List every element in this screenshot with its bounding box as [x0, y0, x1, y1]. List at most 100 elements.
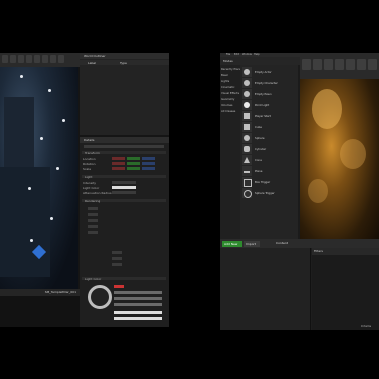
add-new-button[interactable]: Add New: [222, 240, 242, 247]
folder-tree[interactable]: [220, 248, 311, 330]
lantern-light: [30, 239, 33, 242]
section-light[interactable]: Light: [82, 175, 166, 179]
category-geometry[interactable]: Geometry: [221, 97, 234, 101]
section-transform[interactable]: Transform: [82, 151, 166, 155]
lantern-light: [28, 187, 31, 190]
section-color-picker[interactable]: Light Color: [82, 277, 166, 281]
menu-window[interactable]: Window: [242, 53, 252, 56]
cylinder-icon: [242, 144, 252, 154]
category-visual-effects[interactable]: Visual Effects: [221, 91, 239, 95]
col-type: Type: [120, 61, 127, 65]
light-glow: [340, 139, 366, 169]
toolbar-button[interactable]: [42, 55, 48, 63]
outliner-header-row: Label Type: [80, 60, 169, 65]
color-wheel[interactable]: [88, 285, 112, 309]
toolbar-button[interactable]: [34, 55, 40, 63]
property-field[interactable]: [88, 207, 98, 210]
category-volumes[interactable]: Volumes: [221, 103, 232, 107]
place-item[interactable]: Cylinder: [242, 144, 294, 154]
place-item[interactable]: Cube: [242, 122, 294, 132]
modes-title: Modes: [223, 59, 233, 63]
lantern-light: [56, 167, 59, 170]
toolbar-button[interactable]: [50, 55, 56, 63]
place-item[interactable]: Box Trigger: [242, 177, 294, 187]
property-field[interactable]: [112, 257, 122, 260]
asset-path[interactable]: SM_TemplePillar_001: [45, 290, 76, 294]
player-start-icon: [242, 111, 252, 121]
place-item[interactable]: Plane: [242, 166, 294, 176]
rotation-z-field[interactable]: [142, 162, 155, 165]
content-browser-left: SM_TemplePillar_001: [0, 289, 80, 327]
save-icon[interactable]: [302, 59, 311, 70]
location-y-field[interactable]: [127, 157, 140, 160]
property-field[interactable]: [88, 231, 98, 234]
source-control-icon[interactable]: [313, 59, 322, 70]
location-x-field[interactable]: [112, 157, 125, 160]
place-item[interactable]: Sphere: [242, 133, 294, 143]
color-slider[interactable]: [114, 303, 162, 306]
details-title: Details: [80, 137, 169, 143]
content-icon[interactable]: [324, 59, 333, 70]
property-field[interactable]: [88, 213, 98, 216]
light-color-swatch[interactable]: [112, 186, 136, 189]
actor-icon: [242, 67, 252, 77]
category-basic[interactable]: Basic: [221, 73, 228, 77]
category-cinematic[interactable]: Cinematic: [221, 85, 235, 89]
toolbar-button[interactable]: [10, 55, 16, 63]
section-rendering[interactable]: Rendering: [82, 199, 166, 203]
scale-z-field[interactable]: [142, 167, 155, 170]
import-button[interactable]: Import: [244, 240, 260, 247]
right-editor-window: File Edit Window Help Modes Recently Pla…: [220, 53, 379, 330]
content-browser-bar: SM_TemplePillar_001: [0, 289, 80, 296]
build-icon[interactable]: [357, 59, 366, 70]
property-field[interactable]: [112, 251, 122, 254]
toolbar-button[interactable]: [18, 55, 24, 63]
character-icon: [242, 78, 252, 88]
property-field[interactable]: [112, 263, 122, 266]
sphere-icon: [242, 133, 252, 143]
filters-button[interactable]: Filters: [314, 249, 323, 253]
place-item[interactable]: Player Start: [242, 111, 294, 121]
breadcrumb[interactable]: Content: [276, 241, 288, 245]
intensity-field[interactable]: [112, 181, 136, 184]
place-item[interactable]: Point Light: [242, 100, 294, 110]
sphere-trigger-icon: [242, 188, 252, 198]
details-search-input[interactable]: [84, 145, 164, 148]
property-field[interactable]: [88, 225, 98, 228]
menu-help[interactable]: Help: [254, 53, 260, 56]
attenuation-field[interactable]: [112, 191, 136, 194]
toolbar-button[interactable]: [58, 55, 64, 63]
place-item[interactable]: Empty Character: [242, 78, 294, 88]
toolbar-button[interactable]: [26, 55, 32, 63]
content-browser-toolbar: Add New Import Content: [220, 239, 379, 248]
menu-file[interactable]: File: [226, 53, 230, 56]
play-icon[interactable]: [368, 59, 377, 70]
place-item[interactable]: Empty Actor: [242, 67, 294, 77]
menu-edit[interactable]: Edit: [234, 53, 239, 56]
color-slider[interactable]: [114, 291, 162, 294]
category-lights[interactable]: Lights: [221, 79, 229, 83]
color-value-bar[interactable]: [114, 311, 162, 314]
category-all-classes[interactable]: All Classes: [221, 109, 235, 113]
main-toolbar: [300, 57, 379, 79]
modes-tab: Modes: [220, 57, 300, 65]
color-value-bar[interactable]: [114, 317, 162, 320]
scale-y-field[interactable]: [127, 167, 140, 170]
settings-icon[interactable]: [346, 59, 355, 70]
place-item[interactable]: Sphere Trigger: [242, 188, 294, 198]
intensity-label: Intensity: [83, 181, 97, 185]
place-item[interactable]: Empty Pawn: [242, 89, 294, 99]
place-item[interactable]: Cone: [242, 155, 294, 165]
toolbar-button[interactable]: [2, 55, 8, 63]
rotation-x-field[interactable]: [112, 162, 125, 165]
asset-view: Filters 0 items: [312, 248, 379, 330]
property-field[interactable]: [88, 219, 98, 222]
level-viewport[interactable]: [0, 67, 78, 289]
pawn-icon: [242, 89, 252, 99]
marketplace-icon[interactable]: [335, 59, 344, 70]
scale-x-field[interactable]: [112, 167, 125, 170]
color-slider[interactable]: [114, 297, 162, 300]
rotation-y-field[interactable]: [127, 162, 140, 165]
location-z-field[interactable]: [142, 157, 155, 160]
level-viewport[interactable]: [300, 79, 379, 247]
